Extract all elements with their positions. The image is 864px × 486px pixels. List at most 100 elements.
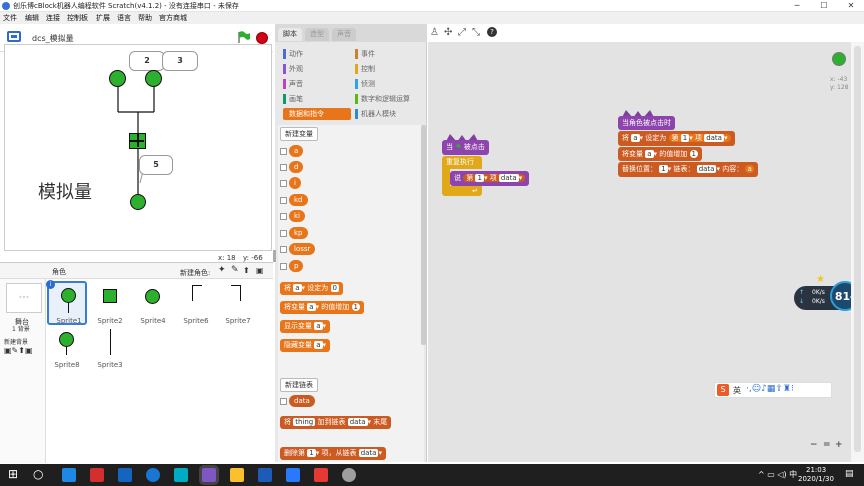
upload-sprite-icon[interactable]: ⬆ (243, 266, 250, 275)
paint-sprite-icon[interactable]: ✦ (218, 265, 226, 275)
replace-item-block[interactable]: 替换位置： 1 ▾ 链表： data ▾ 内容： a (618, 162, 758, 177)
maximize-button[interactable]: ☐ (811, 0, 837, 12)
taskbar-app-gear-icon[interactable] (342, 468, 356, 482)
category-looks[interactable]: 外观 (283, 63, 351, 75)
taskbar-app-c-icon[interactable] (174, 468, 188, 482)
sprite-tile-1[interactable]: i Sprite1 (46, 280, 87, 325)
var-kp[interactable]: kp (289, 227, 308, 239)
taskbar-app-circle-icon[interactable] (146, 468, 160, 482)
tab-sounds[interactable]: 声音 (332, 28, 356, 41)
category-pen[interactable]: 画笔 (283, 93, 351, 105)
sprite-junction[interactable] (129, 133, 146, 149)
category-control[interactable]: 控制 (355, 63, 423, 75)
notification-icon[interactable]: ▤ (845, 469, 854, 479)
sprite-node-8[interactable] (130, 194, 146, 210)
category-robot[interactable]: 机器人模块 (355, 108, 423, 120)
add-to-list-block[interactable]: 将 thing 加到链表 data ▾ 末尾 (280, 416, 392, 429)
category-sound[interactable]: 声音 (283, 78, 351, 90)
palette-scrollbar[interactable] (421, 125, 426, 345)
var-checkbox-lossr[interactable] (280, 246, 287, 253)
search-icon[interactable]: ○ (33, 467, 43, 481)
close-button[interactable]: ✕ (838, 0, 864, 12)
taskbar-app-blue2-icon[interactable] (286, 468, 300, 482)
clock-time[interactable]: 21:03 (806, 466, 826, 474)
sprite-node-4[interactable] (145, 70, 162, 87)
sprite-tile-8[interactable]: Sprite8 (47, 327, 87, 371)
tray-icons[interactable]: ^ ▭ ◁) 中 (758, 469, 797, 480)
hide-variable-block[interactable]: 隐藏变量 a ▾ (280, 339, 331, 352)
project-name[interactable]: dcs_模拟量 (32, 33, 74, 44)
set-var-to-item-block[interactable]: 将 a ▾ 设定为 第 1 ▾ 项 data ▾ (618, 131, 735, 146)
category-motion[interactable]: 动作 (283, 48, 351, 60)
clock-date[interactable]: 2020/1/30 (798, 475, 834, 483)
when-sprite-clicked-block[interactable]: 当角色被点击时 (618, 116, 675, 130)
zoom-out-button[interactable]: − (810, 440, 818, 450)
var-checkbox-d[interactable] (280, 164, 287, 171)
var-lossr[interactable]: lossr (289, 243, 316, 255)
menu-language[interactable]: 语言 (117, 13, 131, 23)
edge-icon[interactable] (62, 468, 76, 482)
new-list-button[interactable]: 新建链表 (280, 378, 318, 392)
var-checkbox-kd[interactable] (280, 197, 287, 204)
var-checkbox-i[interactable] (280, 180, 287, 187)
category-operators[interactable]: 数字和逻辑运算 (355, 93, 427, 105)
scratch-taskbar-icon[interactable] (202, 468, 216, 482)
tab-scripts[interactable]: 脚本 (278, 28, 302, 41)
var-p[interactable]: p (289, 260, 304, 272)
var-a[interactable]: a (289, 145, 304, 157)
taskbar-app-red2-icon[interactable] (314, 468, 328, 482)
draw-sprite-icon[interactable]: ✎ (231, 265, 239, 275)
windows-start-icon[interactable]: ⊞ (8, 467, 18, 481)
taskbar-app-blue-icon[interactable] (118, 468, 132, 482)
shrink-icon[interactable]: ⤡ (472, 27, 480, 38)
green-flag-icon[interactable] (237, 31, 250, 44)
grow-icon[interactable]: ⤢ (458, 27, 466, 38)
change-variable-block[interactable]: 将变量 a ▾ 的值增加 1 (280, 301, 364, 314)
delete-from-list-block[interactable]: 删除第 1 ▾ 项，从链表 data ▾ (280, 447, 386, 460)
var-checkbox-a[interactable] (280, 148, 287, 155)
category-events[interactable]: 事件 (355, 48, 423, 60)
menu-edit[interactable]: 编辑 (25, 13, 39, 23)
when-flag-clicked-block[interactable]: 当 ⚑ 被点击 (442, 140, 489, 155)
ime-toolbar[interactable]: S 英 ·,☺♪▦⇪♜⁝ (714, 382, 832, 398)
sprite-node-1[interactable] (109, 70, 126, 87)
stamp-icon[interactable]: ♙ (430, 27, 439, 38)
sprite-tile-3[interactable]: Sprite3 (90, 327, 130, 371)
scripts-area[interactable]: 当 ⚑ 被点击 重复执行 ↵ 说 第 1 ▾ 项 data ▾ 当角色被点击时 将 … (428, 42, 860, 462)
var-checkbox-kp[interactable] (280, 230, 287, 237)
menu-help[interactable]: 帮助 (138, 13, 152, 23)
taskbar-app-red-icon[interactable] (90, 468, 104, 482)
category-sensing[interactable]: 侦测 (355, 78, 423, 90)
word-icon[interactable] (258, 468, 272, 482)
zoom-in-button[interactable]: + (835, 440, 843, 450)
stage-thumbnail[interactable]: ◦◦◦ (6, 283, 42, 313)
minimize-button[interactable]: ─ (784, 0, 810, 12)
pane-divider[interactable] (273, 250, 276, 262)
var-ki[interactable]: ki (289, 210, 305, 222)
change-var-block[interactable]: 将变量 a ▾ 的值增加 1 (618, 147, 702, 161)
sprite-tile-4[interactable]: Sprite4 (133, 281, 173, 325)
zoom-reset-button[interactable]: = (823, 440, 831, 450)
tab-costumes[interactable]: 造型 (305, 28, 329, 41)
sprite-tile-7[interactable]: Sprite7 (218, 281, 258, 325)
new-variable-button[interactable]: 新建变量 (280, 127, 318, 141)
menu-store[interactable]: 官方商城 (159, 13, 187, 23)
stage-canvas[interactable]: 2 3 5 模拟量 (4, 44, 272, 251)
menu-extensions[interactable]: 扩展 (96, 13, 110, 23)
menu-board[interactable]: 控制板 (67, 13, 88, 23)
menu-connect[interactable]: 连接 (46, 13, 60, 23)
var-checkbox-p[interactable] (280, 263, 287, 270)
list-data[interactable]: data (289, 395, 315, 407)
var-kd[interactable]: kd (289, 194, 308, 206)
list-checkbox-data[interactable] (280, 398, 287, 405)
say-block[interactable]: 说 第 1 ▾ 项 data ▾ (450, 171, 530, 186)
category-data[interactable]: 数据和指令 (283, 108, 351, 120)
show-variable-block[interactable]: 显示变量 a ▾ (280, 320, 331, 333)
var-d[interactable]: d (289, 161, 304, 173)
menu-file[interactable]: 文件 (3, 13, 17, 23)
camera-icon[interactable]: ▣ (256, 266, 264, 275)
backdrop-tools-icon[interactable]: ▣✎⬆▣ (4, 346, 33, 355)
var-i[interactable]: i (289, 177, 301, 189)
sprite-tile-6[interactable]: Sprite6 (176, 281, 216, 325)
var-checkbox-ki[interactable] (280, 213, 287, 220)
